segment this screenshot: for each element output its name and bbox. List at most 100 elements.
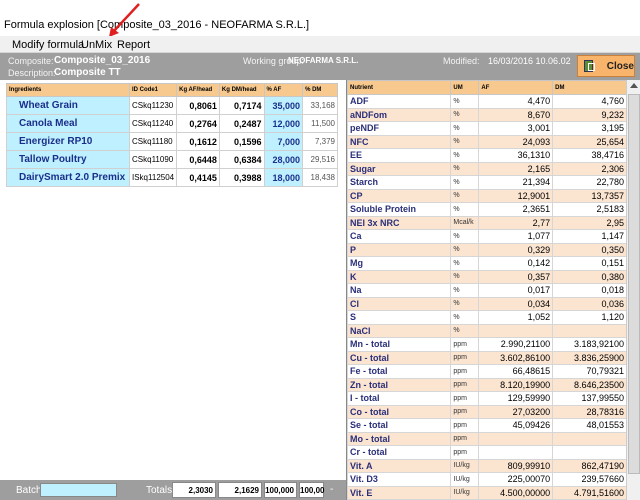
nutrient-row[interactable]: Vit. D3 IU/kg 225,00070 239,57660 (347, 472, 627, 487)
nutrient-dm: 3,195 (552, 121, 627, 136)
ingredient-name[interactable]: Tallow Poultry (6, 150, 130, 169)
annotation-arrow (109, 3, 140, 37)
working-group-value: NEOFARMA S.R.L. (288, 56, 359, 65)
pct-af-input[interactable]: 18,000 (263, 168, 304, 187)
nutrient-name: ADF (347, 94, 452, 109)
nutrient-row[interactable]: Cu - total ppm 3.602,86100 3.836,25900 (347, 350, 627, 365)
nutrient-row[interactable]: Zn - total ppm 8.120,19900 8.646,23500 (347, 377, 627, 392)
kg-af: 0,6448 (176, 150, 220, 169)
pct-af-input[interactable]: 35,000 (263, 96, 304, 115)
scroll-thumb[interactable] (628, 94, 640, 474)
nutrient-row[interactable]: K% 0,357 0,380 (347, 269, 627, 284)
ingredient-name[interactable]: Wheat Grain (6, 96, 130, 115)
nutrient-unit: ppm (450, 418, 480, 433)
nutrient-row[interactable]: Soluble Protein% 2,3651 2,5183 (347, 202, 627, 217)
nutrient-name: Se - total (347, 418, 452, 433)
nutrient-row[interactable]: I - total ppm 129,59990 137,99550 (347, 391, 627, 406)
col-kg-dm[interactable]: Kg DM/head (218, 83, 265, 97)
nutrient-row[interactable]: Se - total ppm 45,09426 48,01553 (347, 418, 627, 433)
nutrient-unit: % (450, 242, 480, 257)
table-row[interactable]: Wheat Grain CSkq11230 0,8061 0,7174 35,0… (6, 96, 338, 115)
table-row[interactable]: Canola Meal CSkq11240 0,2764 0,2487 12,0… (6, 114, 338, 133)
nutrient-dm: 0,151 (552, 256, 627, 271)
nutrient-af: 2,3651 (478, 202, 554, 217)
col-dm[interactable]: DM (552, 80, 627, 95)
nutrient-row[interactable]: Mn - total ppm 2.990,21100 3.183,92100 (347, 337, 627, 352)
nutrient-row[interactable]: peNDF% 3,001 3,195 (347, 121, 627, 136)
nutrient-name: Sugar (347, 161, 452, 176)
kg-af: 0,4145 (176, 168, 220, 187)
description-value: Composite TT (54, 67, 121, 78)
nutrient-row[interactable]: Cr - total ppm (347, 445, 627, 460)
col-af[interactable]: AF (478, 80, 554, 95)
vertical-scrollbar[interactable] (626, 80, 640, 500)
col-um[interactable]: UM (450, 80, 480, 95)
kg-dm: 0,3988 (218, 168, 265, 187)
modified-label: Modified: (443, 56, 480, 66)
total-kg-af: 2,3030 (172, 482, 216, 498)
nutrients-panel: Nutrient UM AF DM ADF% 4,470 4,760 aNDFom% 8… (346, 80, 640, 500)
modified-value: 16/03/2016 10.06.02 (488, 56, 571, 66)
nutrient-unit: % (450, 148, 480, 163)
scroll-up-icon[interactable] (630, 83, 638, 88)
nutrient-row[interactable]: Mo - total ppm (347, 431, 627, 446)
nutrient-af (478, 431, 554, 446)
pct-af-input[interactable]: 12,000 (263, 114, 304, 133)
nutrient-dm: 25,654 (552, 134, 627, 149)
composite-label: Composite: (8, 56, 54, 66)
nutrient-row[interactable]: Na% 0,017 0,018 (347, 283, 627, 298)
nutrient-row[interactable]: NaCl% (347, 323, 627, 338)
menu-modify-formula[interactable]: Modify formula (12, 39, 84, 51)
nutrient-row[interactable]: NFC% 24,093 25,654 (347, 134, 627, 149)
kg-af: 0,1612 (176, 132, 220, 151)
nutrient-row[interactable]: P% 0,329 0,350 (347, 242, 627, 257)
col-pct-dm[interactable]: % DM (302, 83, 338, 97)
pct-af-input[interactable]: 28,000 (263, 150, 304, 169)
nutrient-row[interactable]: Starch% 21,394 22,780 (347, 175, 627, 190)
nutrient-name: CP (347, 188, 452, 203)
nutrient-row[interactable]: aNDFom% 8,670 9,232 (347, 107, 627, 122)
nutrient-row[interactable]: Vit. E IU/kg 4.500,00000 4.791,51600 (347, 485, 627, 500)
col-pct-af[interactable]: % AF (263, 83, 304, 97)
nutrient-row[interactable]: NEl 3x NRC Mcal/k 2,77 2,95 (347, 215, 627, 230)
table-row[interactable]: Tallow Poultry CSkq11090 0,6448 0,6384 2… (6, 150, 338, 169)
nutrient-row[interactable]: Sugar% 2,165 2,306 (347, 161, 627, 176)
nutrient-row[interactable]: Ca% 1,077 1,147 (347, 229, 627, 244)
table-row[interactable]: DairySmart 2.0 Premix ISkq112504 0,4145 … (6, 168, 338, 187)
nutrient-af: 0,017 (478, 283, 554, 298)
pct-dm: 29,516 (302, 150, 338, 169)
col-kg-af[interactable]: Kg AF/head (176, 83, 220, 97)
total-kg-dm: 2,1629 (218, 482, 262, 498)
menu-unmix[interactable]: UnMix (81, 39, 112, 51)
nutrient-row[interactable]: Vit. A IU/kg 809,99910 862,47190 (347, 458, 627, 473)
nutrient-row[interactable]: CP% 12,9001 13,7357 (347, 188, 627, 203)
pct-dm: 11,500 (302, 114, 338, 133)
window-title: Formula explosion [Composite_03_2016 - N… (4, 19, 310, 31)
nutrient-row[interactable]: ADF% 4,470 4,760 (347, 94, 627, 109)
col-ingredients[interactable]: Ingredients (6, 83, 130, 97)
table-row[interactable]: Energizer RP10 CSkq11180 0,1612 0,1596 7… (6, 132, 338, 151)
nutrient-af: 27,03200 (478, 404, 554, 419)
nutrient-af: 2,77 (478, 215, 554, 230)
nutrient-row[interactable]: Fe - total ppm 66,48615 70,79321 (347, 364, 627, 379)
menu-report[interactable]: Report (117, 39, 150, 51)
batch-input[interactable] (40, 483, 117, 497)
nutrient-row[interactable]: S% 1,052 1,120 (347, 310, 627, 325)
nutrient-name: NFC (347, 134, 452, 149)
nutrient-name: Fe - total (347, 364, 452, 379)
ingredient-name[interactable]: Canola Meal (6, 114, 130, 133)
batch-label: Batch (16, 485, 42, 496)
nutrient-row[interactable]: Co - total ppm 27,03200 28,78316 (347, 404, 627, 419)
nutrient-row[interactable]: Mg% 0,142 0,151 (347, 256, 627, 271)
col-id-code[interactable]: ID Code1 (128, 83, 178, 97)
ingredient-name[interactable]: DairySmart 2.0 Premix (6, 168, 130, 187)
nutrient-unit: % (450, 256, 480, 271)
col-nutrient[interactable]: Nutrient (347, 80, 452, 95)
nutrient-row[interactable]: Cl% 0,034 0,036 (347, 296, 627, 311)
pct-af-input[interactable]: 7,000 (263, 132, 304, 151)
ingredient-name[interactable]: Energizer RP10 (6, 132, 130, 151)
close-button[interactable]: Close (577, 55, 635, 77)
nutrient-dm: 4.791,51600 (552, 485, 627, 500)
nutrient-row[interactable]: EE% 36,1310 38,4716 (347, 148, 627, 163)
nutrient-dm: 3.183,92100 (552, 337, 627, 352)
